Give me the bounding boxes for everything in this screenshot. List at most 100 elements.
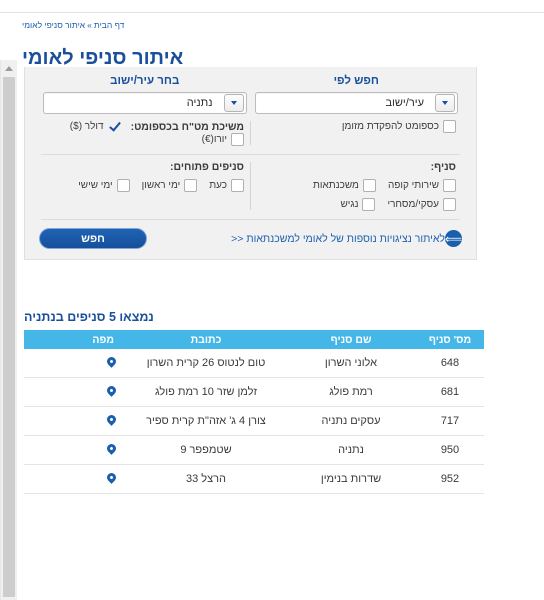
checkbox-teller-service[interactable] xyxy=(443,179,456,192)
results-table: מס' סניף שם סניף כתובת מפה 648 אלוני השר… xyxy=(24,330,484,494)
checkbox-item-mortgages[interactable]: משכנתאות xyxy=(313,179,376,192)
checkbox-euro[interactable] xyxy=(231,133,244,146)
checkbox-item-open-now[interactable]: כעת xyxy=(209,179,244,192)
cell-map[interactable] xyxy=(24,406,126,436)
cell-branch-number: 717 xyxy=(416,406,484,436)
fx-withdrawal-group: משיכת מט"ח בכספומט: דולר ($) יורו(€) xyxy=(39,120,250,146)
checkbox-item-sunday[interactable]: ימי ראשון xyxy=(142,179,198,192)
checkbox-item-friday[interactable]: ימי שישי xyxy=(78,179,130,192)
map-pin-icon[interactable] xyxy=(105,442,118,455)
table-header-row: מס' סניף שם סניף כתובת מפה xyxy=(24,330,484,349)
mortgage-link[interactable]: ⟸ לאיתור נציגויות נוספות של לאומי למשכנת… xyxy=(225,230,462,247)
cell-map[interactable] xyxy=(24,349,126,378)
mortgage-link-label: לאיתור נציגויות נוספות של לאומי למשכנתאו… xyxy=(231,232,445,245)
checkbox-business[interactable] xyxy=(443,198,456,211)
map-pin-icon[interactable] xyxy=(105,355,118,368)
checkbox-label: שירותי קופה xyxy=(387,180,439,191)
open-branches-header: סניפים פתוחים: xyxy=(45,161,244,173)
cash-deposit-group: כספומט להפקדת מזומן xyxy=(251,120,462,133)
table-row[interactable]: 648 אלוני השרון טום לנטוס 26 קרית השרון xyxy=(24,349,484,378)
top-divider xyxy=(0,12,544,13)
search-by-label: חפש לפי xyxy=(333,75,379,87)
column-header-map: מפה xyxy=(24,330,126,349)
breadcrumb-home[interactable]: דף הבית xyxy=(94,20,125,30)
breadcrumb-current: איתור סניפי לאומי xyxy=(22,20,86,30)
city-column: בחר עיר/ישוב נתניה xyxy=(39,75,251,114)
cell-branch-name: נתניה xyxy=(286,435,416,465)
cell-branch-number: 681 xyxy=(416,377,484,407)
cell-branch-name: רמת פולג xyxy=(286,377,416,407)
column-header-branch-name: שם סניף xyxy=(286,330,416,349)
table-head: מס' סניף שם סניף כתובת מפה xyxy=(24,330,484,349)
checkbox-label: כספומט להפקדת מזומן xyxy=(341,121,439,132)
checkbox-label: משכנתאות xyxy=(313,180,359,191)
checkbox-dollar[interactable] xyxy=(108,120,121,133)
services-filter-row: כספומט להפקדת מזומן משיכת מט"ח בכספומט: … xyxy=(25,114,476,152)
cell-address: שטמפפר 9 xyxy=(126,435,286,465)
table-row[interactable]: 952 שדרות בנימין הרצל 33 xyxy=(24,464,484,494)
results-table-wrapper: מס' סניף שם סניף כתובת מפה 648 אלוני השר… xyxy=(24,330,484,494)
cell-address: צורן 4 ג' אזה"ת קרית ספיר xyxy=(126,406,286,436)
checkbox-item-business[interactable]: עסקי/מסחרי xyxy=(387,198,456,211)
checkbox-cash-deposit[interactable] xyxy=(443,120,456,133)
search-by-select[interactable]: עיר/ישוב xyxy=(254,92,458,114)
map-pin-icon[interactable] xyxy=(105,413,118,426)
cell-address: זלמן שזר 10 רמת פולג xyxy=(126,377,286,407)
vertical-scrollbar[interactable] xyxy=(0,60,17,600)
cell-map[interactable] xyxy=(24,464,126,494)
breadcrumb-separator: » xyxy=(87,20,92,30)
checkbox-item-teller-service[interactable]: שירותי קופה xyxy=(388,179,456,192)
scroll-up-button[interactable] xyxy=(1,60,17,76)
search-selects-row: חפש לפי עיר/ישוב בחר עיר/ישוב נתניה xyxy=(25,67,476,114)
chevron-down-icon[interactable] xyxy=(223,94,244,112)
chevron-down-icon[interactable] xyxy=(435,94,455,112)
checkbox-label: כעת xyxy=(209,180,227,191)
scrollbar-thumb[interactable] xyxy=(3,77,15,597)
search-by-column: חפש לפי עיר/ישוב xyxy=(251,75,463,114)
cell-branch-name: אלוני השרון xyxy=(286,349,416,378)
open-branches-line: כעת ימי ראשון ימי שישי xyxy=(45,179,244,192)
search-panel: חפש לפי עיר/ישוב בחר עיר/ישוב נתניה כספו… xyxy=(24,67,477,260)
table-row[interactable]: 717 עסקים נתניה צורן 4 ג' אזה"ת קרית ספי… xyxy=(24,406,484,436)
table-row[interactable]: 681 רמת פולג זלמן שזר 10 רמת פולג xyxy=(24,377,484,407)
city-value: נתניה xyxy=(186,97,213,109)
vertical-divider xyxy=(250,121,251,145)
search-button[interactable]: חפש xyxy=(39,228,147,249)
cell-branch-number: 950 xyxy=(416,435,484,465)
cell-address: הרצל 33 xyxy=(126,464,286,494)
circle-arrow-left-icon[interactable]: ⟸ xyxy=(445,230,462,247)
open-branches-group: סניפים פתוחים: כעת ימי ראשון ימי שישי xyxy=(39,161,250,192)
checkbox-label: נגיש xyxy=(340,199,359,210)
cell-branch-number: 648 xyxy=(416,349,484,378)
checkbox-sunday[interactable] xyxy=(184,179,198,192)
city-select[interactable]: נתניה xyxy=(43,92,247,114)
breadcrumb: דף הבית»איתור סניפי לאומי xyxy=(22,20,544,30)
checkbox-item-dollar[interactable]: דולר ($) xyxy=(70,120,121,133)
checkbox-friday[interactable] xyxy=(116,179,130,192)
branch-group-title: סניף: xyxy=(430,161,456,173)
checkbox-open-now[interactable] xyxy=(231,179,244,192)
cell-branch-name: שדרות בנימין xyxy=(286,464,416,494)
cell-map[interactable] xyxy=(24,435,126,465)
map-pin-icon[interactable] xyxy=(105,471,118,484)
branch-group-header: סניף: xyxy=(257,161,456,173)
open-branches-title: סניפים פתוחים: xyxy=(169,161,244,173)
column-header-branch-number: מס' סניף xyxy=(416,330,484,349)
table-row[interactable]: 950 נתניה שטמפפר 9 xyxy=(24,435,484,465)
checkbox-item-accessible[interactable]: נגיש xyxy=(340,198,376,211)
checkbox-label: ימי שישי xyxy=(78,180,113,191)
checkbox-item-cash-deposit[interactable]: כספומט להפקדת מזומן xyxy=(342,120,456,133)
branch-type-group: סניף: שירותי קופה משכנתאות עסקי/מסחרי נג… xyxy=(251,161,462,211)
checkbox-accessible[interactable] xyxy=(362,198,376,211)
checkbox-item-euro[interactable]: יורו(€) xyxy=(202,133,244,146)
branch-locator-page: דף הבית»איתור סניפי לאומי איתור סניפי לא… xyxy=(0,0,544,600)
city-label: בחר עיר/ישוב xyxy=(110,75,180,87)
checkbox-mortgages[interactable] xyxy=(362,179,376,192)
map-pin-icon[interactable] xyxy=(105,384,118,397)
checkbox-label: ימי ראשון xyxy=(141,180,181,191)
cell-map[interactable] xyxy=(24,377,126,407)
search-by-value: עיר/ישוב xyxy=(385,97,424,109)
branch-group-line-1: שירותי קופה משכנתאות xyxy=(257,179,456,192)
checkbox-label: יורו(€) xyxy=(201,134,227,145)
branch-filter-row: סניף: שירותי קופה משכנתאות עסקי/מסחרי נג… xyxy=(25,155,476,217)
